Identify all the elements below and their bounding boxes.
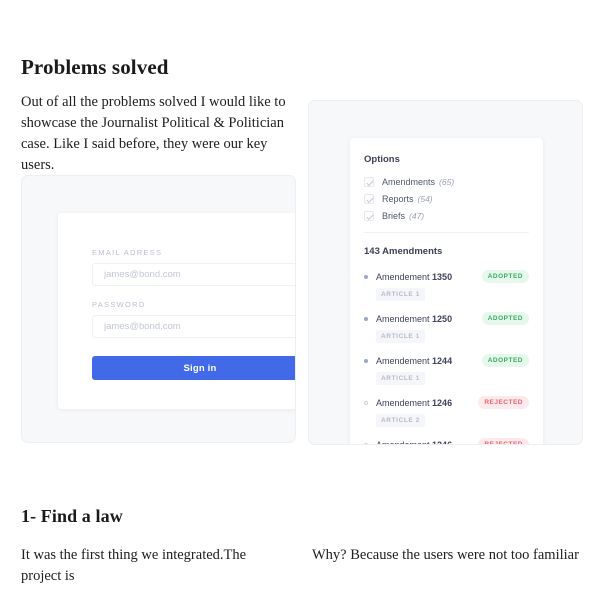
- list-item[interactable]: Amendement 1246 REJECTED ARTICLE 2: [364, 396, 529, 427]
- amendment-number: 1246: [432, 397, 453, 408]
- list-item-label: Amendement 1246: [376, 439, 453, 445]
- bottom-paragraph-right: Why? Because the users were not too fami…: [312, 547, 579, 563]
- option-row-amendments[interactable]: Amendments (65): [364, 177, 529, 187]
- list-item-label: Amendement 1246: [376, 398, 452, 408]
- amendments-showcase-frame: Options Amendments (65) Reports (54) Bri…: [308, 100, 583, 445]
- intro-paragraph: Out of all the problems solved I would l…: [21, 94, 286, 173]
- amendments-count-heading: 143 Amendments: [364, 246, 443, 257]
- option-label: Briefs: [382, 211, 406, 221]
- email-field[interactable]: [92, 263, 295, 286]
- list-item[interactable]: Amendement 1246 REJECTED ARTICLE 2: [364, 438, 529, 445]
- status-dot-icon: [364, 358, 368, 363]
- status-badge: ADOPTED: [481, 354, 529, 367]
- option-label: Reports: [382, 194, 414, 204]
- page-title: Problems solved: [21, 55, 169, 79]
- list-item-label: Amendement 1250: [376, 314, 452, 324]
- amendment-number: 1246: [432, 439, 453, 445]
- amendment-prefix: Amendement: [376, 313, 430, 324]
- list-item[interactable]: Amendement 1250 ADOPTED ARTICLE 1: [364, 312, 529, 343]
- checkmark-icon[interactable]: [364, 194, 374, 204]
- option-count: (54): [417, 194, 433, 204]
- checkmark-icon[interactable]: [364, 177, 374, 187]
- amendment-prefix: Amendement: [376, 271, 430, 282]
- options-title: Options: [364, 154, 400, 165]
- status-badge: ADOPTED: [481, 312, 529, 325]
- amendment-number: 1350: [432, 271, 453, 282]
- list-item-label: Amendement 1350: [376, 272, 452, 282]
- login-card: EMAIL ADRESS PASSWORD Sign in: [58, 213, 295, 409]
- amendment-number: 1244: [432, 355, 453, 366]
- status-dot-icon: [364, 316, 368, 321]
- divider: [364, 232, 529, 233]
- amendment-number: 1250: [432, 313, 453, 324]
- options-list: Amendments (65) Reports (54) Briefs (47): [364, 177, 529, 221]
- status-dot-icon: [364, 442, 368, 444]
- email-field-label: EMAIL ADRESS: [92, 248, 163, 257]
- amendments-list: Amendement 1350 ADOPTED ARTICLE 1 Amende…: [364, 270, 529, 445]
- option-count: (47): [409, 211, 425, 221]
- signin-button[interactable]: Sign in: [92, 356, 295, 380]
- list-item[interactable]: Amendement 1244 ADOPTED ARTICLE 1: [364, 354, 529, 385]
- option-label: Amendments: [382, 177, 436, 187]
- login-showcase-frame: EMAIL ADRESS PASSWORD Sign in: [21, 175, 296, 443]
- article-tag: ARTICLE 1: [376, 330, 425, 343]
- status-badge: REJECTED: [478, 396, 529, 409]
- option-row-reports[interactable]: Reports (54): [364, 194, 529, 204]
- status-dot-icon: [364, 400, 368, 405]
- amendments-panel: Options Amendments (65) Reports (54) Bri…: [350, 138, 543, 445]
- status-badge: ADOPTED: [481, 270, 529, 283]
- page-root: Problems solved Out of all the problems …: [0, 0, 600, 589]
- bottom-paragraph-left: It was the first thing we integrated.The…: [21, 547, 247, 584]
- article-tag: ARTICLE 1: [376, 288, 425, 301]
- login-form: EMAIL ADRESS PASSWORD Sign in: [58, 213, 295, 380]
- amendment-prefix: Amendement: [376, 355, 430, 366]
- article-tag: ARTICLE 2: [376, 414, 425, 427]
- list-item[interactable]: Amendement 1350 ADOPTED ARTICLE 1: [364, 270, 529, 301]
- section-heading-find-a-law: 1- Find a law: [21, 506, 123, 526]
- list-item-label: Amendement 1244: [376, 356, 452, 366]
- amendment-prefix: Amendement: [376, 397, 430, 408]
- status-badge: REJECTED: [478, 438, 529, 444]
- amendment-prefix: Amendement: [376, 439, 430, 445]
- amendments-card: Options Amendments (65) Reports (54) Bri…: [350, 138, 543, 445]
- article-tag: ARTICLE 1: [376, 372, 425, 385]
- status-dot-icon: [364, 274, 368, 279]
- password-field-label: PASSWORD: [92, 300, 146, 309]
- option-count: (65): [439, 177, 455, 187]
- password-field[interactable]: [92, 315, 295, 338]
- checkmark-icon[interactable]: [364, 211, 374, 221]
- option-row-briefs[interactable]: Briefs (47): [364, 211, 529, 221]
